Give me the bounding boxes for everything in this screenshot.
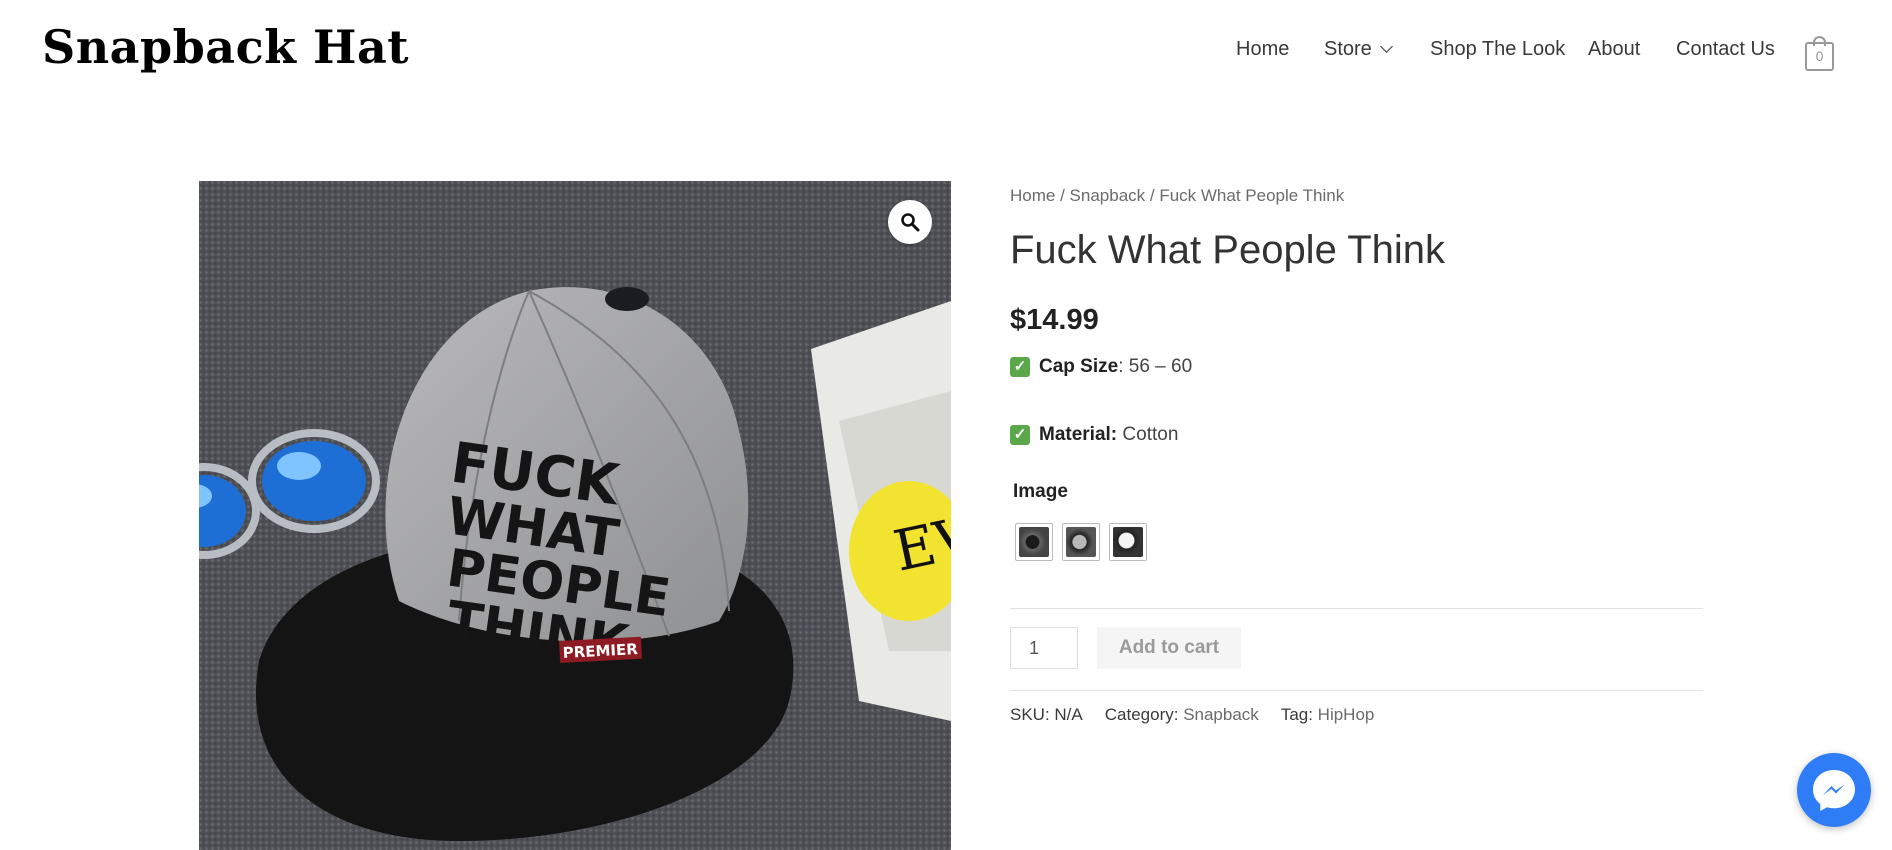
magnifier-icon <box>901 213 920 232</box>
product-image[interactable]: EV FUCK WHAT PEOPLE THINK PREMIER <box>199 181 951 850</box>
sku-label: SKU: <box>1010 705 1055 724</box>
breadcrumb-separator: / <box>1055 186 1070 205</box>
messenger-icon <box>1813 770 1855 811</box>
cart-count: 0 <box>1815 48 1824 64</box>
breadcrumb-home[interactable]: Home <box>1010 186 1055 205</box>
product-price: $14.99 <box>1010 304 1099 336</box>
add-to-cart-button[interactable]: Add to cart <box>1097 627 1241 669</box>
site-header: Snapback Hat Home Store Shop The Look Ab… <box>0 0 1892 100</box>
feature-value: 56 – 60 <box>1128 356 1193 377</box>
feature-label: Cap Size <box>1039 356 1119 377</box>
check-icon: ✓ <box>1010 425 1030 445</box>
feature-label: Material: <box>1039 424 1118 445</box>
tag-link[interactable]: HipHop <box>1318 705 1375 724</box>
quantity-input[interactable] <box>1010 627 1078 669</box>
breadcrumb-category[interactable]: Snapback <box>1070 186 1146 205</box>
divider <box>1010 608 1703 609</box>
swatch-black-cap[interactable] <box>1015 523 1053 561</box>
breadcrumb-separator: / <box>1145 186 1160 205</box>
product-title: Fuck What People Think <box>1010 228 1446 272</box>
nav-about[interactable]: About <box>1588 38 1640 61</box>
divider <box>1010 690 1703 691</box>
breadcrumb-current: Fuck What People Think <box>1159 186 1345 205</box>
category-link[interactable]: Snapback <box>1183 705 1259 724</box>
nav-shop-the-look[interactable]: Shop The Look <box>1430 38 1565 61</box>
nav-store-label: Store <box>1324 38 1372 60</box>
image-swatches <box>1015 523 1147 561</box>
zoom-button[interactable] <box>888 200 932 244</box>
main-nav: Home Store Shop The Look About Contact U… <box>0 38 1892 62</box>
messenger-chat-button[interactable] <box>1797 753 1871 827</box>
category-label: Category: <box>1104 705 1184 724</box>
breadcrumb: Home / Snapback / Fuck What People Think <box>1010 186 1344 206</box>
cart-button[interactable]: 0 <box>1805 36 1837 71</box>
feature-value: Cotton <box>1122 424 1179 445</box>
nav-store[interactable]: Store <box>1324 38 1393 61</box>
nav-home[interactable]: Home <box>1236 38 1289 61</box>
nav-contact-us[interactable]: Contact Us <box>1676 38 1775 61</box>
sku-value: N/A <box>1054 705 1083 724</box>
snapback-cap-photo: EV FUCK WHAT PEOPLE THINK PREMIER <box>199 181 951 850</box>
tag-label: Tag: <box>1280 705 1318 724</box>
swatch-grey-cap[interactable] <box>1062 523 1100 561</box>
feature-cap-size: ✓ Cap Size: 56 – 60 <box>1010 356 1192 378</box>
chevron-down-icon <box>1379 40 1393 53</box>
product-meta: SKU: N/A Category: Snapback Tag: HipHop <box>1010 705 1374 725</box>
check-icon: ✓ <box>1010 357 1030 377</box>
variation-label: Image <box>1013 481 1068 502</box>
feature-material: ✓ Material: Cotton <box>1010 424 1178 446</box>
swatch-white-cap[interactable] <box>1109 523 1147 561</box>
feature-separator: : <box>1118 356 1129 377</box>
